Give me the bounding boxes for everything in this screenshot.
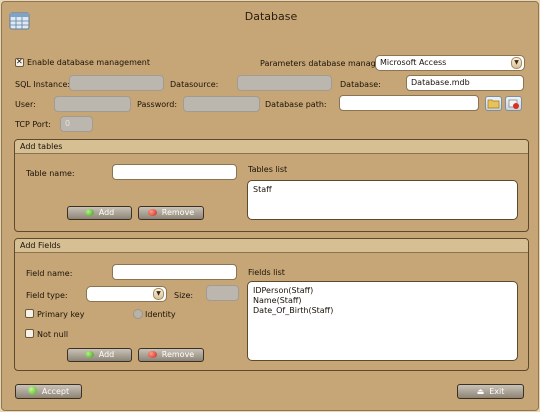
enable-db-checkbox[interactable] — [15, 57, 24, 67]
field-type-select[interactable]: ▼ — [86, 286, 167, 302]
tcp-port-label: TCP Port: — [15, 120, 51, 129]
database-label: Database: — [340, 80, 381, 89]
database-path-label: Database path: — [265, 100, 327, 109]
list-item[interactable]: Staff — [253, 185, 512, 195]
size-label: Size: — [174, 291, 194, 300]
remove-icon — [147, 351, 157, 358]
not-null-label: Not null — [37, 330, 69, 339]
add-fields-header: Add Fields — [15, 239, 528, 253]
tables-list-label: Tables list — [248, 165, 288, 174]
chevron-down-icon[interactable]: ▼ — [511, 57, 522, 69]
datasource-input — [237, 75, 332, 91]
sql-instance-label: SQL Instance: — [15, 80, 71, 89]
size-input — [206, 285, 239, 301]
tables-list[interactable]: Staff — [247, 180, 518, 220]
remove-field-label: Remove — [161, 350, 195, 359]
chevron-down-icon[interactable]: ▼ — [153, 288, 164, 300]
accept-label: Accept — [41, 387, 70, 396]
table-name-label: Table name: — [26, 169, 75, 178]
enable-db-label: Enable database management — [27, 58, 151, 67]
user-input — [54, 96, 131, 112]
primary-key-label: Primary key — [37, 310, 85, 319]
not-null-checkbox[interactable] — [25, 329, 34, 338]
list-item[interactable]: Name(Staff) — [253, 296, 512, 306]
tcp-port-input: 0 — [60, 116, 93, 132]
add-table-label: Add — [98, 208, 115, 217]
table-name-input[interactable] — [112, 164, 237, 180]
exit-door-icon: ⏏ — [476, 387, 485, 396]
database-path-input[interactable] — [339, 95, 479, 111]
fields-list-label: Fields list — [248, 268, 285, 277]
field-name-label: Field name: — [26, 269, 73, 278]
add-icon — [84, 351, 94, 358]
param-manager-label: Parameters database manager: — [260, 59, 387, 68]
database-window: Database Enable database management Para… — [1, 1, 539, 411]
exit-label: Exit — [489, 387, 505, 396]
folder-icon — [487, 99, 500, 109]
password-input — [183, 96, 260, 112]
identity-checkbox — [133, 309, 143, 319]
window-title: Database — [244, 10, 298, 23]
password-label: Password: — [137, 100, 178, 109]
user-label: User: — [15, 100, 36, 109]
field-name-input[interactable] — [112, 264, 237, 280]
clear-path-button[interactable] — [505, 96, 522, 111]
fields-list[interactable]: IDPerson(Staff) Name(Staff) Date_Of_Birt… — [247, 281, 518, 361]
datasource-label: Datasource: — [170, 80, 219, 89]
add-table-button[interactable]: Add — [67, 206, 132, 220]
add-icon — [84, 209, 94, 216]
sql-instance-input — [69, 75, 164, 91]
remove-table-button[interactable]: Remove — [138, 206, 204, 220]
database-input[interactable]: Database.mdb — [406, 75, 524, 91]
add-field-label: Add — [98, 350, 115, 359]
remove-field-button[interactable]: Remove — [138, 348, 204, 362]
param-manager-select[interactable]: Microsoft Access ▼ — [375, 55, 525, 71]
param-manager-value: Microsoft Access — [380, 58, 447, 67]
delete-icon — [508, 99, 519, 109]
browse-folder-button[interactable] — [485, 96, 502, 111]
field-type-label: Field type: — [26, 291, 68, 300]
add-field-button[interactable]: Add — [67, 348, 132, 362]
accept-button[interactable]: Accept — [15, 384, 82, 399]
add-tables-header: Add tables — [15, 140, 528, 154]
primary-key-checkbox[interactable] — [25, 309, 34, 318]
remove-icon — [147, 209, 157, 216]
exit-button[interactable]: ⏏ Exit — [457, 384, 524, 399]
list-item[interactable]: Date_Of_Birth(Staff) — [253, 306, 512, 316]
identity-label: Identity — [145, 310, 176, 319]
remove-table-label: Remove — [161, 208, 195, 217]
list-item[interactable]: IDPerson(Staff) — [253, 286, 512, 296]
checkmark-icon — [27, 386, 37, 395]
